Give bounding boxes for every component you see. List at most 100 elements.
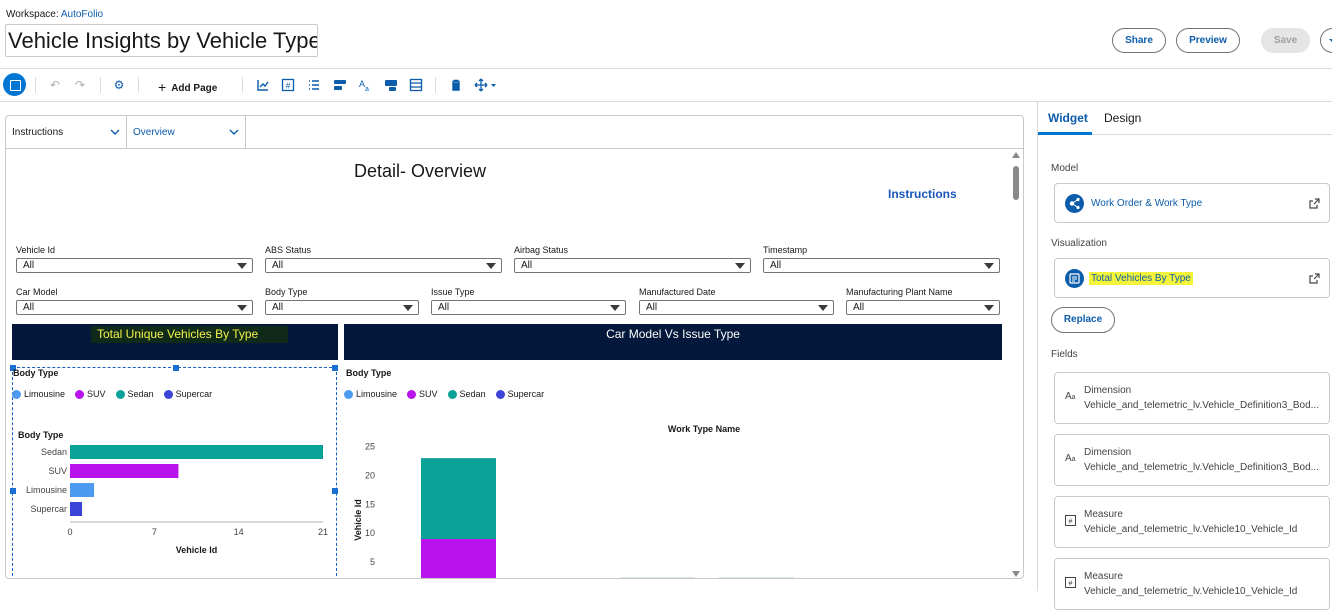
workspace-label: Workspace: — [6, 9, 59, 20]
workspace-link[interactable]: AutoFolio — [61, 9, 103, 20]
redo-icon[interactable]: ↷ — [73, 78, 87, 92]
settings-icon[interactable]: ⚙ — [112, 78, 126, 92]
bar-supercar[interactable] — [70, 502, 83, 516]
legend-swatch — [12, 389, 21, 399]
image-icon[interactable] — [384, 78, 398, 92]
canvas-scrollbar[interactable] — [1009, 150, 1023, 579]
chart-legend: Limousine SUV Sedan Supercar — [344, 389, 550, 399]
car-model-filter[interactable]: All — [16, 300, 253, 315]
svg-text:#: # — [1069, 581, 1073, 588]
manufactured-date-filter[interactable]: All — [639, 300, 834, 315]
table-icon[interactable] — [409, 78, 423, 92]
chevron-down-icon[interactable] — [228, 126, 240, 138]
y-axis-title: Body Type — [18, 430, 63, 440]
caret-down-icon — [984, 305, 994, 311]
model-name-link[interactable]: Work Order & Work Type — [1091, 198, 1202, 209]
field-type: Measure — [1084, 571, 1123, 582]
vehicle-id-filter[interactable]: All — [16, 258, 253, 273]
body-type-bar-chart[interactable]: Body Type Sedan SUV Limousine Supercar 0 7 14 21… — [6, 416, 341, 566]
resize-handle[interactable] — [332, 365, 338, 371]
dashboard-title-input[interactable]: Vehicle Insights by Vehicle Type — [5, 24, 318, 57]
bar-sedan[interactable] — [70, 445, 323, 459]
legend-item[interactable]: SUV — [75, 389, 106, 399]
legend-label: Limousine — [356, 389, 398, 399]
model-label: Model — [1051, 163, 1079, 174]
legend-item[interactable]: Supercar — [495, 389, 544, 399]
svg-text:#: # — [1069, 519, 1073, 526]
external-link-icon[interactable] — [1309, 273, 1320, 284]
bar-suv[interactable] — [70, 464, 179, 478]
mode-toggle-icon[interactable] — [3, 73, 26, 96]
more-actions-button[interactable] — [1320, 28, 1332, 53]
y-tick-label: 20 — [365, 470, 375, 480]
abs-status-filter[interactable]: All — [265, 258, 502, 273]
visualization-card[interactable]: Total Vehicles By Type — [1054, 258, 1330, 298]
scroll-thumb — [1013, 166, 1019, 200]
bar-suv-0[interactable] — [421, 539, 496, 579]
manufacturing-plant-filter[interactable]: All — [846, 300, 1000, 315]
tab-design[interactable]: Design — [1104, 111, 1141, 125]
replace-button[interactable]: Replace — [1051, 307, 1115, 333]
bar-limousine[interactable] — [70, 483, 95, 497]
tab-widget[interactable]: Widget — [1048, 111, 1088, 125]
legend-item[interactable]: Sedan — [115, 389, 154, 399]
number-type-icon: # — [1065, 577, 1079, 591]
airbag-status-filter[interactable]: All — [514, 258, 751, 273]
bar-sedan-0[interactable] — [421, 458, 496, 540]
filter-value: All — [770, 260, 782, 271]
legend-item[interactable]: SUV — [407, 389, 438, 399]
chart-icon[interactable] — [256, 78, 270, 92]
tab-overview[interactable]: Overview — [127, 116, 246, 148]
preview-button[interactable]: Preview — [1176, 28, 1240, 53]
filter-value: All — [272, 302, 284, 313]
body-type-filter[interactable]: All — [265, 300, 419, 315]
external-link-icon[interactable] — [1309, 198, 1320, 209]
undo-icon[interactable]: ↶ — [48, 78, 62, 92]
field-card[interactable]: Aa Dimension Vehicle_and_telemetric_lv.V… — [1054, 372, 1330, 424]
caret-down-icon — [984, 263, 994, 269]
instructions-link[interactable]: Instructions — [888, 187, 957, 201]
field-name: Vehicle_and_telemetric_lv.Vehicle_Defini… — [1084, 462, 1319, 473]
list-icon[interactable] — [307, 78, 321, 92]
x-tick-label: 7 — [152, 527, 157, 537]
chevron-down-icon[interactable] — [109, 126, 121, 138]
legend-label: SUV — [419, 389, 438, 399]
field-type: Measure — [1084, 509, 1123, 520]
tab-label: Overview — [133, 127, 175, 138]
field-card[interactable]: Aa Dimension Vehicle_and_telemetric_lv.V… — [1054, 434, 1330, 486]
container-icon[interactable] — [333, 78, 347, 92]
filter-label: Manufacturing Plant Name — [846, 287, 953, 297]
legend-item[interactable]: Limousine — [12, 389, 65, 399]
filter-value: All — [23, 260, 35, 271]
tab-instructions[interactable]: Instructions — [6, 116, 127, 148]
visualization-name-link[interactable]: Total Vehicles By Type — [1089, 272, 1193, 285]
toolbar-separator — [242, 77, 243, 93]
text-icon[interactable]: Aa — [358, 78, 372, 92]
issue-type-filter[interactable]: All — [431, 300, 626, 315]
field-card[interactable]: # Measure Vehicle_and_telemetric_lv.Vehi… — [1054, 558, 1330, 610]
share-button[interactable]: Share — [1112, 28, 1166, 53]
caret-down-icon — [486, 263, 496, 269]
add-page-button[interactable]: + Add Page — [158, 79, 217, 95]
y-tick-label: 5 — [370, 557, 375, 567]
field-card[interactable]: # Measure Vehicle_and_telemetric_lv.Vehi… — [1054, 496, 1330, 548]
text-type-icon: Aa — [1065, 453, 1076, 464]
legend-item[interactable]: Supercar — [163, 389, 212, 399]
save-button[interactable]: Save — [1261, 28, 1310, 53]
y-tick-label: SUV — [48, 466, 67, 476]
legend-item[interactable]: Sedan — [447, 389, 486, 399]
number-icon[interactable]: # — [281, 78, 295, 92]
legend-item[interactable]: Limousine — [344, 389, 397, 399]
dashboard-canvas: Instructions Overview Detail- Overview I… — [5, 115, 1024, 579]
car-model-issue-chart[interactable]: Work Type Name Vehicle Id 5 10 15 20 25 — [341, 416, 1001, 579]
left-widget-banner[interactable]: Total Unique Vehicles By Type — [12, 324, 338, 360]
scroll-up-icon — [1012, 152, 1020, 158]
y-tick-label: 15 — [365, 499, 375, 509]
delete-icon[interactable] — [449, 78, 463, 92]
legend-title: Body Type — [13, 368, 59, 378]
timestamp-filter[interactable]: All — [763, 258, 1000, 273]
model-card[interactable]: Work Order & Work Type — [1054, 183, 1330, 223]
right-widget-banner[interactable]: Car Model Vs Issue Type — [344, 324, 1002, 360]
resize-handle[interactable] — [173, 365, 179, 371]
move-icon[interactable] — [474, 78, 498, 92]
